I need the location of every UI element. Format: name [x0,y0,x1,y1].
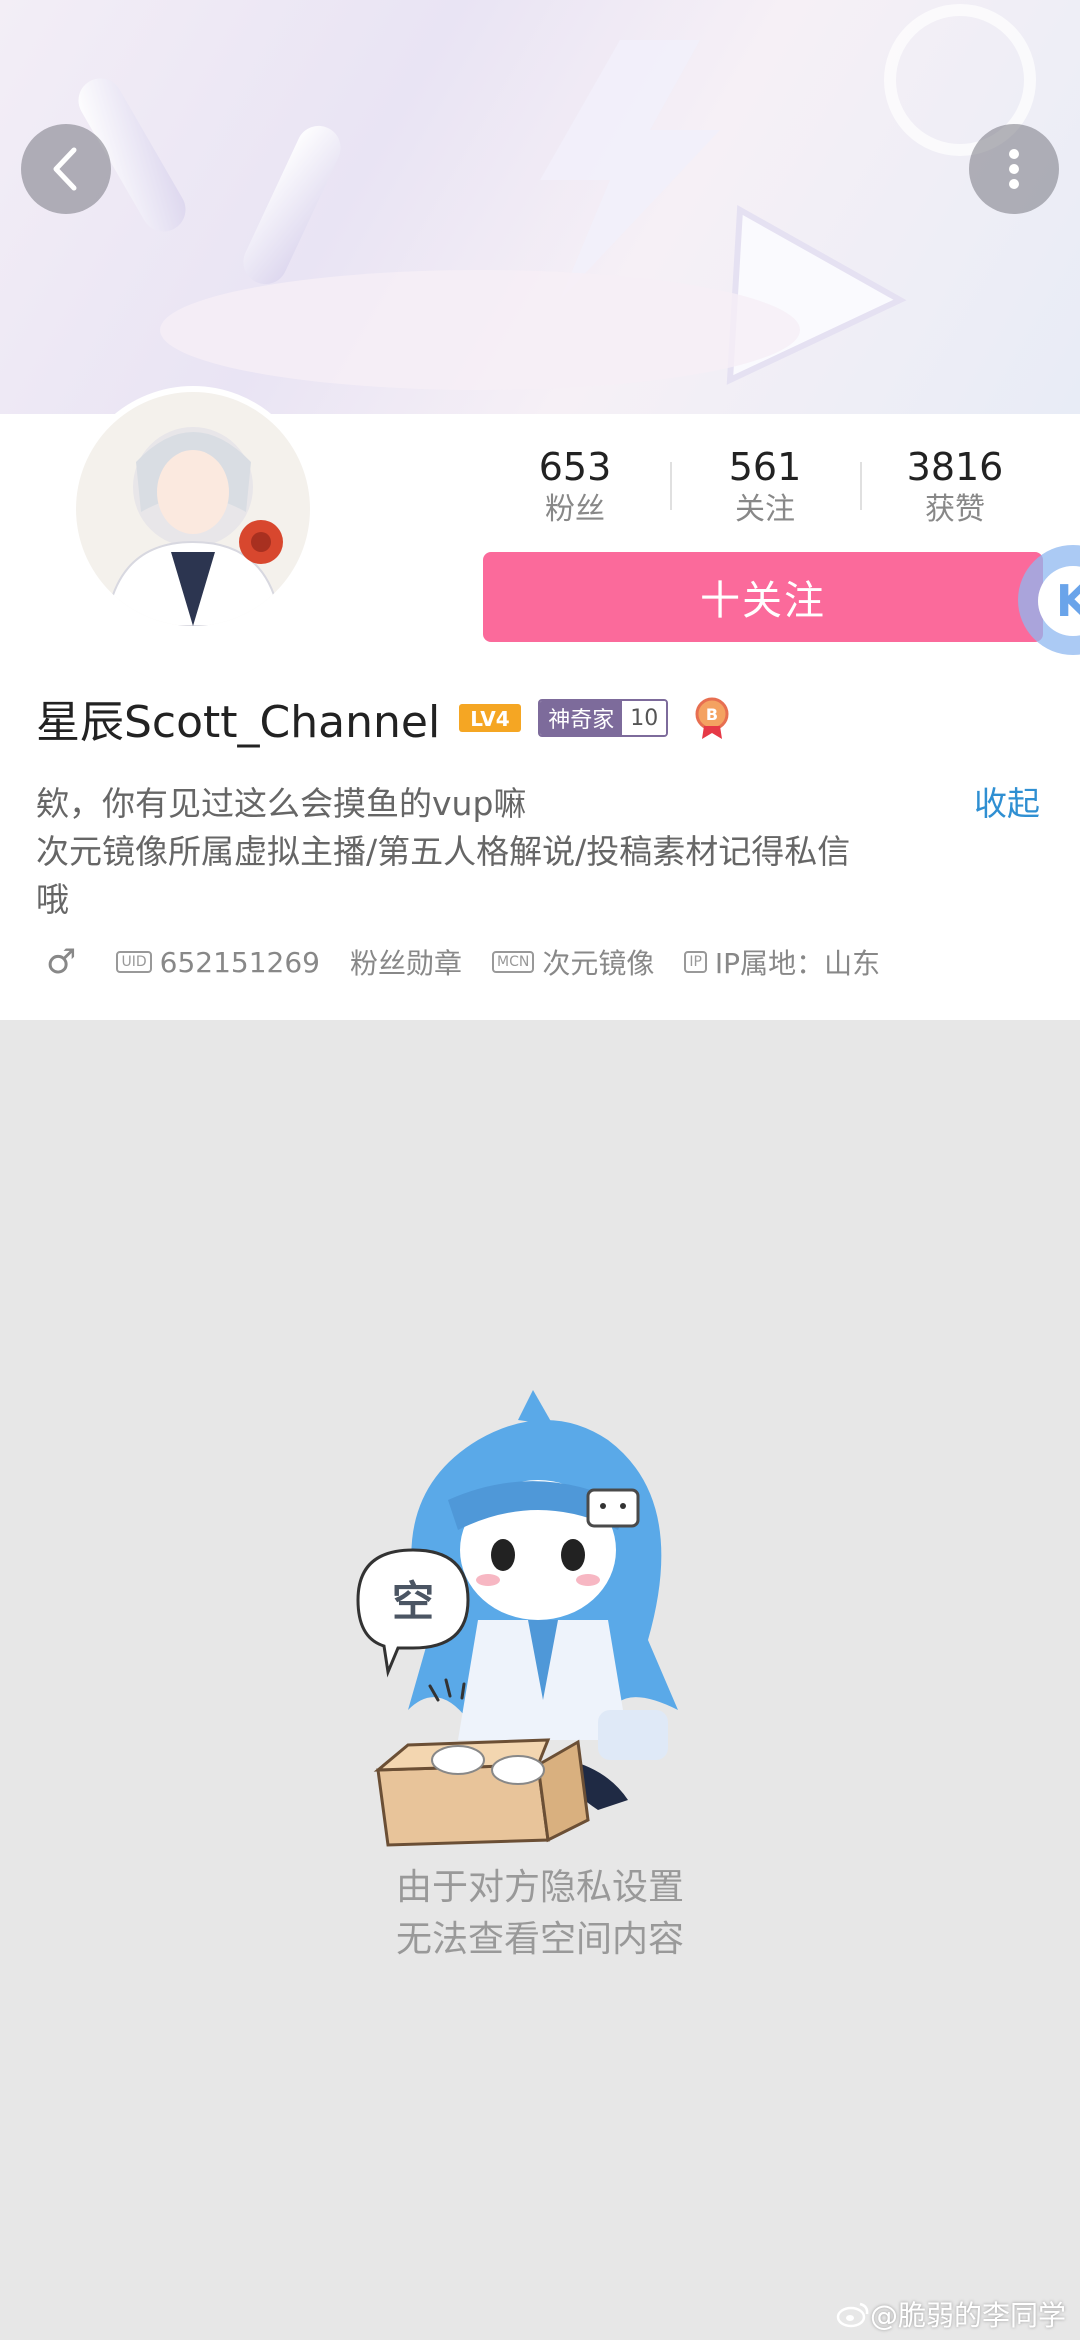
ip-location: IP属地：山东 [714,947,881,980]
banner-artwork [78,4,1036,390]
username: 星辰Scott_Channel [36,697,441,748]
bio: 欸，你有见过这么会摸鱼的vup嘛 次元镜像所属虚拟主播/第五人格解说/投稿素材记… [36,780,936,924]
back-button[interactable] [21,124,111,214]
level-badge-icon: LV4 [459,704,522,732]
empty-state-illustration: 空 [356,1390,678,1847]
level-text: LV4 [470,707,509,731]
empty-state-message: 由于对方隐私设置 无法查看空间内容 [0,1862,1080,1966]
follow-button[interactable]: 十关注 [483,552,1043,642]
mcn-chip-icon: MCN [492,951,535,973]
stat-value: 561 [728,445,802,489]
bio-line: 欸，你有见过这么会摸鱼的vup嘛 [36,784,527,823]
avatar[interactable] [70,386,316,632]
svg-text:B: B [706,705,718,724]
more-vertical-icon [1009,149,1019,189]
stat-following[interactable]: 561 关注 [670,444,860,534]
uid-value: 652151269 [159,945,320,979]
mcn-item[interactable]: MCN 次元镜像 [492,942,654,982]
title-badge-name: 神奇家 [540,701,623,735]
stat-label: 获赞 [925,492,985,527]
ip-item: IP IP属地：山东 [684,942,880,982]
bio-line: 哦 [36,880,69,919]
weibo-icon [836,2302,869,2328]
watermark-text: @脆弱的李同学 [869,2299,1066,2332]
male-gender-icon: ♂ [46,942,77,982]
stat-label: 关注 [735,492,795,527]
bubble-text: 空 [392,1577,434,1626]
medal-icon[interactable]: B [692,696,732,740]
stat-label: 粉丝 [545,492,605,527]
stat-likes[interactable]: 3816 获赞 [860,444,1050,534]
more-button[interactable] [969,124,1059,214]
mcn-value: 次元镜像 [542,947,655,980]
fan-medal-item[interactable]: 粉丝勋章 [350,942,462,982]
stats-row: 653 粉丝 561 关注 3816 获赞 [480,444,1050,534]
title-badge[interactable]: 神奇家 10 [538,699,669,737]
fan-medal-label: 粉丝勋章 [349,947,462,980]
stat-value: 3816 [906,445,1004,489]
uid-item[interactable]: UID 652151269 [116,946,320,979]
empty-state-line: 由于对方隐私设置 [395,1867,684,1908]
stat-fans[interactable]: 653 粉丝 [480,444,670,534]
empty-state-line: 无法查看空间内容 [395,1919,684,1960]
title-badge-level: 10 [622,701,667,735]
avatar-image [76,392,310,626]
stat-value: 653 [538,445,612,489]
name-row: 星辰Scott_Channel LV4 神奇家 10 B [36,688,732,748]
bio-line: 次元镜像所属虚拟主播/第五人格解说/投稿素材记得私信 [36,832,851,871]
profile-banner [0,0,1080,414]
uid-chip-icon: UID [116,951,152,973]
chevron-left-icon [53,147,77,191]
ip-chip-icon: IP [684,951,707,973]
collapse-link[interactable]: 收起 [974,780,1040,828]
info-row: ♂ UID 652151269 粉丝勋章 MCN 次元镜像 IP IP属地：山东 [46,940,910,984]
watermark: @脆弱的李同学 [836,2294,1066,2334]
